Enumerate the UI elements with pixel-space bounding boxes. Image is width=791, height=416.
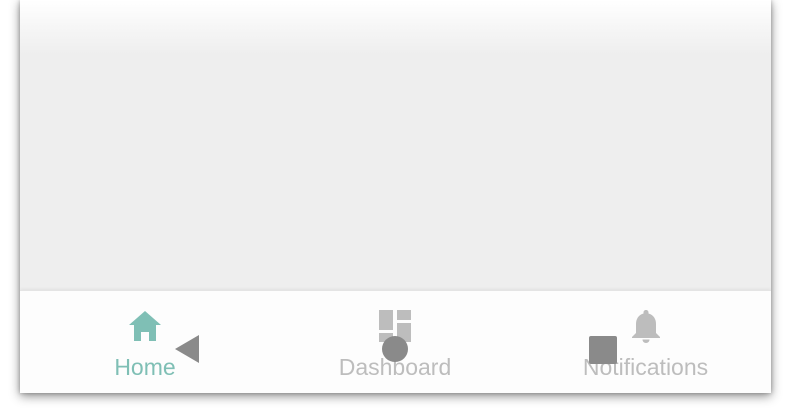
home-circle-icon[interactable] xyxy=(382,336,408,362)
nav-item-home[interactable]: Home xyxy=(20,291,270,393)
app-window: Home Dashboard Notifications xyxy=(20,0,771,393)
recents-square-icon[interactable] xyxy=(589,336,617,364)
app-bar-shadow xyxy=(20,0,771,55)
home-icon xyxy=(129,311,161,341)
content-area xyxy=(20,55,771,290)
bell-icon xyxy=(631,310,660,343)
nav-item-notifications[interactable]: Notifications xyxy=(520,291,771,393)
back-triangle-icon[interactable] xyxy=(174,334,200,364)
nav-item-label: Home xyxy=(114,354,176,380)
nav-item-label: Notifications xyxy=(582,354,709,380)
